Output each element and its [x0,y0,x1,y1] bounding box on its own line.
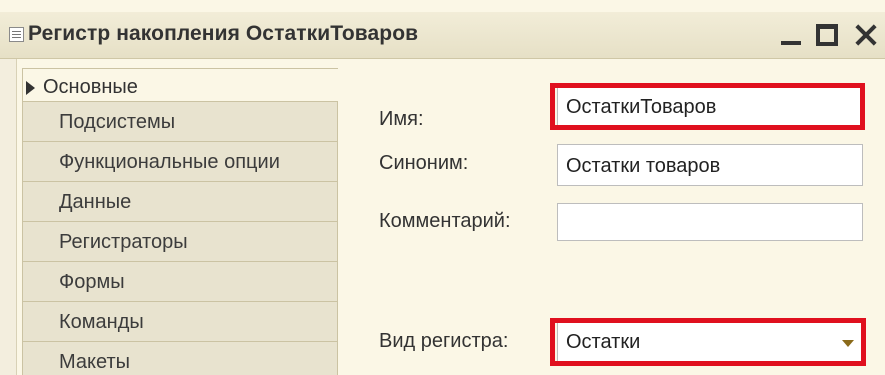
sidebar-item-functional-options[interactable]: Функциональные опции [22,142,338,182]
comment-field[interactable] [557,203,863,241]
sidebar-item-data[interactable]: Данные [22,182,338,222]
sidebar-item-templates[interactable]: Макеты [22,342,338,375]
sidebar-nav: Основные Подсистемы Функциональные опции… [22,68,338,375]
name-field[interactable]: ОстаткиТоваров [557,87,863,127]
comment-label: Комментарий: [379,210,511,232]
register-icon [9,27,24,42]
sidebar-item-label: Подсистемы [59,111,176,133]
register-type-label: Вид регистра: [379,330,509,352]
sidebar-item-registrators[interactable]: Регистраторы [22,222,338,262]
close-icon[interactable] [850,16,882,50]
sidebar-item-subsystems[interactable]: Подсистемы [22,102,338,142]
left-frame [0,59,17,375]
sidebar-item-label: Данные [59,191,132,213]
sidebar-item-main[interactable]: Основные [22,68,338,102]
chevron-down-icon[interactable] [842,340,854,347]
sidebar-item-label: Макеты [59,351,130,373]
sidebar-item-commands[interactable]: Команды [22,302,338,342]
synonym-label: Синоним: [379,152,469,174]
sidebar-item-label: Формы [59,271,125,293]
register-type-select[interactable]: Остатки [557,322,863,362]
minimize-icon[interactable] [778,16,806,50]
sidebar-item-forms[interactable]: Формы [22,262,338,302]
register-window: Регистр накопления ОстаткиТоваров Основн… [0,0,885,375]
maximize-icon[interactable] [814,16,842,50]
title-bar: Регистр накопления ОстаткиТоваров [0,12,885,59]
play-arrow-icon [26,81,35,95]
window-title: Регистр накопления ОстаткиТоваров [28,22,419,45]
name-label: Имя: [379,108,424,130]
sidebar-item-label: Основные [43,76,138,98]
sidebar-item-label: Регистраторы [59,231,188,253]
sidebar-item-label: Функциональные опции [59,151,280,173]
sidebar-item-label: Команды [59,311,144,333]
synonym-field[interactable]: Остатки товаров [557,144,863,186]
register-type-value: Остатки [566,331,641,353]
